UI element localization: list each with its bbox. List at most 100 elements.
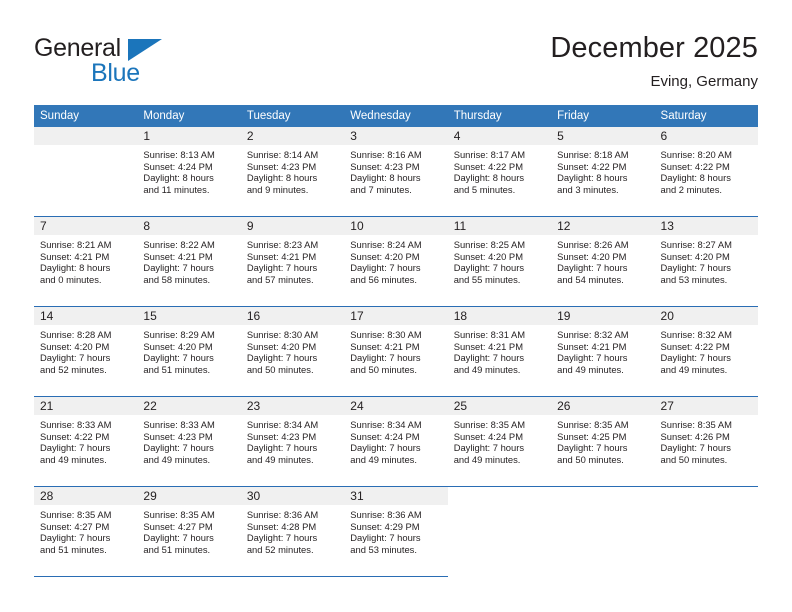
calendar-day-cell[interactable]: 14 Sunrise: 8:28 AM Sunset: 4:20 PM Dayligh…: [34, 306, 138, 397]
sunrise-text: Sunrise: 8:21 AM: [40, 239, 112, 250]
weekday-header-friday: Friday: [551, 105, 655, 127]
daylight-text: and 54 minutes.: [557, 273, 624, 285]
calendar-day-cell[interactable]: 10 Sunrise: 8:24 AM Sunset: 4:20 PM Dayligh…: [344, 216, 448, 307]
sunrise-text: Sunrise: 8:32 AM: [557, 329, 629, 340]
day-number: 22: [137, 397, 241, 415]
daylight-text: Daylight: 7 hours: [40, 442, 111, 454]
calendar-day-cell[interactable]: 28 Sunrise: 8:35 AM Sunset: 4:27 PM Dayligh…: [34, 486, 138, 577]
daylight-text: and 57 minutes.: [246, 273, 314, 285]
calendar-day-cell[interactable]: 30 Sunrise: 8:36 AM Sunset: 4:28 PM Dayligh…: [240, 486, 345, 577]
day-cell-details: Sunrise: 8:26 AM Sunset: 4:20 PM Daylight:…: [551, 235, 654, 285]
daylight-text: and 2 minutes.: [660, 183, 723, 195]
weekday-header-sunday: Sunday: [34, 105, 138, 127]
calendar-week-row: 14 Sunrise: 8:28 AM Sunset: 4:20 PM Dayligh…: [34, 306, 758, 397]
calendar-day-cell[interactable]: 27 Sunrise: 8:35 AM Sunset: 4:26 PM Dayligh…: [654, 396, 758, 487]
weekday-header-saturday: Saturday: [654, 105, 758, 127]
calendar-day-cell[interactable]: 23 Sunrise: 8:34 AM Sunset: 4:23 PM Dayligh…: [240, 396, 345, 487]
calendar-day-cell[interactable]: 5 Sunrise: 8:18 AM Sunset: 4:22 PM Daylight…: [551, 127, 655, 217]
daylight-text: and 58 minutes.: [143, 273, 211, 285]
calendar-day-cell[interactable]: 19 Sunrise: 8:32 AM Sunset: 4:21 PM Dayligh…: [551, 306, 655, 397]
day-cell-details: Sunrise: 8:35 AM Sunset: 4:27 PM Daylight:…: [34, 505, 137, 555]
day-cell-inner: 4 Sunrise: 8:17 AM Sunset: 4:22 PM Daylight…: [447, 127, 552, 216]
calendar-day-cell[interactable]: 25 Sunrise: 8:35 AM Sunset: 4:24 PM Dayligh…: [447, 396, 552, 487]
calendar-day-cell[interactable]: 22 Sunrise: 8:33 AM Sunset: 4:23 PM Dayligh…: [137, 396, 241, 487]
sunset-text: Sunset: 4:20 PM: [40, 340, 110, 352]
calendar-day-cell[interactable]: 4 Sunrise: 8:17 AM Sunset: 4:22 PM Daylight…: [447, 127, 552, 217]
sunset-text: Sunset: 4:21 PM: [350, 340, 420, 352]
day-cell-details: Sunrise: 8:30 AM Sunset: 4:21 PM Daylight:…: [344, 325, 447, 375]
day-cell-details: Sunrise: 8:20 AM Sunset: 4:22 PM Daylight:…: [655, 145, 758, 195]
calendar-week-row: 7 Sunrise: 8:21 AM Sunset: 4:21 PM Daylight…: [34, 216, 758, 307]
calendar-day-cell[interactable]: 15 Sunrise: 8:29 AM Sunset: 4:20 PM Dayligh…: [137, 306, 241, 397]
daylight-text: and 50 minutes.: [246, 363, 314, 375]
day-cell-details: Sunrise: 8:36 AM Sunset: 4:28 PM Daylight:…: [241, 505, 344, 555]
sunset-text: Sunset: 4:20 PM: [350, 250, 420, 262]
calendar-day-cell[interactable]: 9 Sunrise: 8:23 AM Sunset: 4:21 PM Daylight…: [240, 216, 345, 307]
day-number: [447, 487, 552, 505]
calendar-day-cell[interactable]: 24 Sunrise: 8:34 AM Sunset: 4:24 PM Dayligh…: [344, 396, 448, 487]
calendar-day-cell[interactable]: 21 Sunrise: 8:33 AM Sunset: 4:22 PM Dayligh…: [34, 396, 138, 487]
calendar-day-cell[interactable]: 3 Sunrise: 8:16 AM Sunset: 4:23 PM Daylight…: [344, 127, 448, 217]
day-number: 11: [447, 217, 552, 235]
daylight-text: Daylight: 7 hours: [453, 442, 525, 454]
calendar-day-cell[interactable]: 7 Sunrise: 8:21 AM Sunset: 4:21 PM Daylight…: [34, 216, 138, 307]
day-cell-inner: 17 Sunrise: 8:30 AM Sunset: 4:21 PM Dayligh…: [344, 307, 448, 396]
calendar-day-cell[interactable]: 26 Sunrise: 8:35 AM Sunset: 4:25 PM Dayligh…: [551, 396, 655, 487]
day-cell-details: Sunrise: 8:34 AM Sunset: 4:23 PM Daylight:…: [241, 415, 344, 465]
day-cell-details: Sunrise: 8:35 AM Sunset: 4:24 PM Daylight:…: [448, 415, 551, 465]
daylight-text: and 51 minutes.: [143, 543, 211, 555]
calendar-day-cell[interactable]: 6 Sunrise: 8:20 AM Sunset: 4:22 PM Daylight…: [654, 127, 758, 217]
calendar-day-cell[interactable]: 2 Sunrise: 8:14 AM Sunset: 4:23 PM Daylight…: [240, 127, 345, 217]
daylight-text: Daylight: 8 hours: [143, 172, 214, 184]
calendar-day-cell[interactable]: 8 Sunrise: 8:22 AM Sunset: 4:21 PM Daylight…: [137, 216, 241, 307]
day-cell-details: [551, 505, 654, 509]
calendar-day-cell[interactable]: 12 Sunrise: 8:26 AM Sunset: 4:20 PM Dayligh…: [551, 216, 655, 307]
daylight-text: and 52 minutes.: [40, 363, 107, 375]
day-cell-details: Sunrise: 8:22 AM Sunset: 4:21 PM Daylight:…: [137, 235, 240, 285]
daylight-text: Daylight: 7 hours: [350, 532, 421, 544]
day-cell-details: Sunrise: 8:24 AM Sunset: 4:20 PM Daylight:…: [344, 235, 447, 285]
daylight-text: and 49 minutes.: [40, 453, 107, 465]
sunrise-text: Sunrise: 8:32 AM: [660, 329, 732, 340]
day-number: 21: [34, 397, 138, 415]
day-cell-details: Sunrise: 8:17 AM Sunset: 4:22 PM Daylight:…: [448, 145, 551, 195]
sunset-text: Sunset: 4:24 PM: [453, 430, 523, 442]
calendar-day-cell[interactable]: 17 Sunrise: 8:30 AM Sunset: 4:21 PM Dayligh…: [344, 306, 448, 397]
daylight-text: Daylight: 7 hours: [143, 532, 214, 544]
day-number: [654, 487, 758, 505]
sunrise-text: Sunrise: 8:35 AM: [453, 419, 526, 430]
day-cell-inner: 24 Sunrise: 8:34 AM Sunset: 4:24 PM Dayligh…: [344, 397, 448, 486]
sunrise-text: Sunrise: 8:17 AM: [453, 149, 526, 160]
calendar-day-cell[interactable]: 13 Sunrise: 8:27 AM Sunset: 4:20 PM Dayligh…: [654, 216, 758, 307]
calendar-day-cell[interactable]: 18 Sunrise: 8:31 AM Sunset: 4:21 PM Dayligh…: [447, 306, 552, 397]
daylight-text: Daylight: 8 hours: [453, 172, 525, 184]
sunset-text: Sunset: 4:20 PM: [453, 250, 523, 262]
sunrise-text: Sunrise: 8:30 AM: [246, 329, 319, 340]
calendar-day-cell[interactable]: 20 Sunrise: 8:32 AM Sunset: 4:22 PM Dayligh…: [654, 306, 758, 397]
day-cell-details: Sunrise: 8:28 AM Sunset: 4:20 PM Daylight:…: [34, 325, 137, 375]
calendar-day-cell[interactable]: 29 Sunrise: 8:35 AM Sunset: 4:27 PM Dayligh…: [137, 486, 241, 577]
sunset-text: Sunset: 4:26 PM: [660, 430, 730, 442]
calendar-day-cell[interactable]: 16 Sunrise: 8:30 AM Sunset: 4:20 PM Dayligh…: [240, 306, 345, 397]
daylight-text: and 7 minutes.: [350, 183, 412, 195]
sunset-text: Sunset: 4:24 PM: [143, 160, 213, 172]
calendar-day-cell[interactable]: 1 Sunrise: 8:13 AM Sunset: 4:24 PM Daylight…: [137, 127, 241, 217]
day-number: 28: [34, 487, 138, 505]
daylight-text: and 49 minutes.: [143, 453, 211, 465]
calendar-day-cell[interactable]: 31 Sunrise: 8:36 AM Sunset: 4:29 PM Dayligh…: [344, 486, 448, 577]
sunset-text: Sunset: 4:22 PM: [660, 160, 730, 172]
day-cell-inner: 3 Sunrise: 8:16 AM Sunset: 4:23 PM Daylight…: [344, 127, 448, 216]
day-number: 15: [137, 307, 241, 325]
day-cell-details: Sunrise: 8:33 AM Sunset: 4:23 PM Daylight:…: [137, 415, 240, 465]
sunset-text: Sunset: 4:24 PM: [350, 430, 420, 442]
calendar-grid: Sunday Monday Tuesday Wednesday Thursday Frid…: [34, 105, 758, 577]
day-number: 24: [344, 397, 448, 415]
sunrise-text: Sunrise: 8:20 AM: [660, 149, 732, 160]
daylight-text: and 55 minutes.: [453, 273, 521, 285]
sunset-text: Sunset: 4:21 PM: [453, 340, 523, 352]
calendar-body: 1 Sunrise: 8:13 AM Sunset: 4:24 PM Daylight…: [34, 127, 758, 577]
daylight-text: Daylight: 7 hours: [660, 262, 731, 274]
calendar-day-cell[interactable]: 11 Sunrise: 8:25 AM Sunset: 4:20 PM Dayligh…: [447, 216, 552, 307]
day-number: 23: [240, 397, 345, 415]
day-number: [34, 127, 138, 145]
